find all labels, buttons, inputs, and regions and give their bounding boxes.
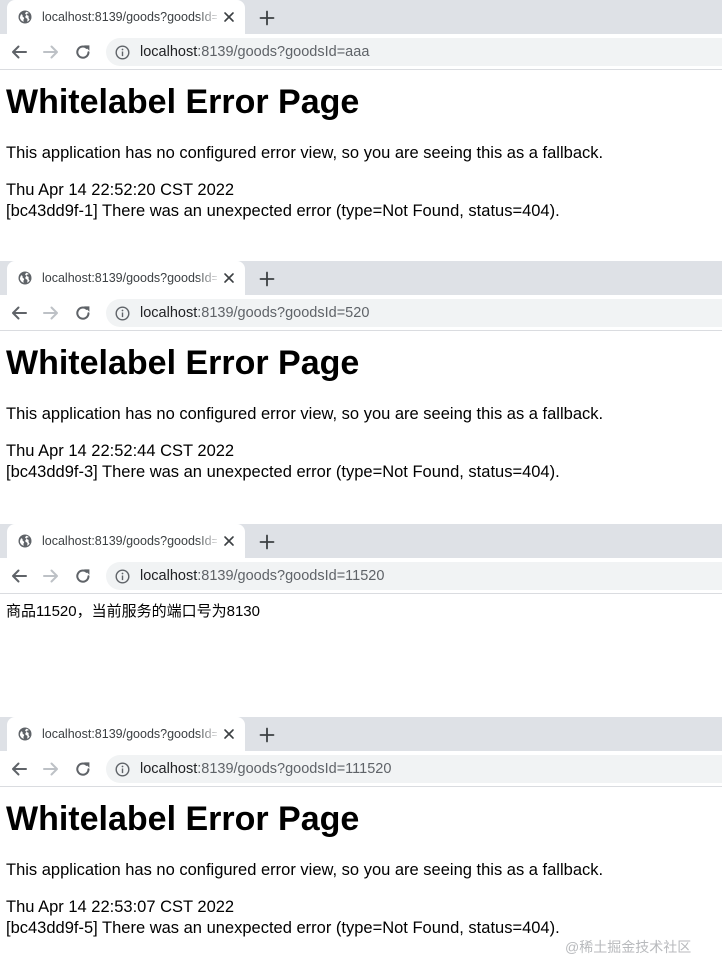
close-icon[interactable] — [222, 727, 236, 741]
browser-tab[interactable]: localhost:8139/goods?goodsId=520 — [7, 261, 245, 295]
globe-icon — [18, 727, 32, 741]
error-detail: [bc43dd9f-3] There was an unexpected err… — [6, 463, 560, 481]
url-host: localhost — [140, 305, 198, 321]
info-icon[interactable] — [115, 306, 130, 321]
close-icon[interactable] — [222, 271, 236, 285]
globe-icon — [18, 10, 32, 24]
browser-toolbar: localhost:8139/goods?goodsId=520 — [0, 295, 722, 331]
error-heading: Whitelabel Error Page — [6, 83, 360, 121]
plus-icon[interactable] — [256, 7, 278, 29]
close-icon[interactable] — [222, 10, 236, 24]
tab-strip: localhost:8139/goods?goodsId=aaa — [0, 0, 722, 34]
plus-icon[interactable] — [256, 268, 278, 290]
error-detail: [bc43dd9f-1] There was an unexpected err… — [6, 202, 560, 220]
error-message: This application has no configured error… — [6, 405, 604, 423]
browser-tab[interactable]: localhost:8139/goods?goodsId=111520 — [7, 717, 245, 751]
tab-title: localhost:8139/goods?goodsId=111520 — [42, 727, 217, 741]
url-text: localhost:8139/goods?goodsId=11520 — [140, 567, 384, 585]
address-bar[interactable]: localhost:8139/goods?goodsId=11520 — [106, 562, 722, 590]
url-path: :8139/goods?goodsId=11520 — [197, 568, 385, 584]
arrow-left-icon[interactable] — [9, 759, 29, 779]
reload-icon[interactable] — [73, 759, 93, 779]
tab-strip: localhost:8139/goods?goodsId=520 — [0, 261, 722, 295]
address-bar[interactable]: localhost:8139/goods?goodsId=520 — [106, 299, 722, 327]
info-icon[interactable] — [115, 762, 130, 777]
arrow-left-icon[interactable] — [9, 566, 29, 586]
url-path: :8139/goods?goodsId=520 — [197, 305, 370, 321]
tab-title: localhost:8139/goods?goodsId=aaa — [42, 10, 217, 24]
error-detail: [bc43dd9f-5] There was an unexpected err… — [6, 919, 560, 937]
url-path: :8139/goods?goodsId=111520 — [197, 761, 392, 777]
info-icon[interactable] — [115, 569, 130, 584]
url-text: localhost:8139/goods?goodsId=aaa — [140, 43, 369, 61]
url-host: localhost — [140, 568, 198, 584]
browser-toolbar: localhost:8139/goods?goodsId=11520 — [0, 558, 722, 594]
url-host: localhost — [140, 44, 198, 60]
tab-title: localhost:8139/goods?goodsId=520 — [42, 271, 217, 285]
plus-icon[interactable] — [256, 724, 278, 746]
tab-title-fade — [197, 725, 221, 743]
address-bar[interactable]: localhost:8139/goods?goodsId=111520 — [106, 755, 722, 783]
address-bar[interactable]: localhost:8139/goods?goodsId=aaa — [106, 38, 722, 66]
plus-icon[interactable] — [256, 531, 278, 553]
tab-title: localhost:8139/goods?goodsId=11520 — [42, 534, 217, 548]
error-timestamp: Thu Apr 14 22:52:20 CST 2022 — [6, 181, 235, 199]
arrow-right-icon — [43, 569, 58, 583]
error-message: This application has no configured error… — [6, 144, 604, 162]
arrow-right-icon — [43, 762, 58, 776]
globe-icon — [18, 271, 32, 285]
url-text: localhost:8139/goods?goodsId=520 — [140, 304, 369, 322]
arrow-left-icon[interactable] — [9, 42, 29, 62]
watermark: @稀土掘金技术社区 — [565, 939, 692, 955]
globe-icon — [18, 534, 32, 548]
reload-icon[interactable] — [73, 42, 93, 62]
tab-title-fade — [197, 532, 221, 550]
arrow-left-icon[interactable] — [9, 303, 29, 323]
url-text: localhost:8139/goods?goodsId=111520 — [140, 760, 391, 778]
browser-toolbar: localhost:8139/goods?goodsId=aaa — [0, 34, 722, 70]
tab-strip: localhost:8139/goods?goodsId=11520 — [0, 524, 722, 558]
tab-strip: localhost:8139/goods?goodsId=111520 — [0, 717, 722, 751]
tab-title-fade — [197, 269, 221, 287]
error-heading: Whitelabel Error Page — [6, 344, 360, 382]
error-heading: Whitelabel Error Page — [6, 800, 360, 838]
error-timestamp: Thu Apr 14 22:52:44 CST 2022 — [6, 442, 235, 460]
info-icon[interactable] — [115, 45, 130, 60]
reload-icon[interactable] — [73, 566, 93, 586]
browser-toolbar: localhost:8139/goods?goodsId=111520 — [0, 751, 722, 787]
response-text: 商品11520，当前服务的端口号为8130 — [6, 603, 260, 620]
error-timestamp: Thu Apr 14 22:53:07 CST 2022 — [6, 898, 235, 916]
arrow-right-icon — [43, 45, 58, 59]
url-host: localhost — [140, 761, 198, 777]
tab-title-fade — [197, 8, 221, 26]
error-message: This application has no configured error… — [6, 861, 604, 879]
close-icon[interactable] — [222, 534, 236, 548]
browser-tab[interactable]: localhost:8139/goods?goodsId=aaa — [7, 0, 245, 34]
browser-tab[interactable]: localhost:8139/goods?goodsId=11520 — [7, 524, 245, 558]
url-path: :8139/goods?goodsId=aaa — [197, 44, 370, 60]
reload-icon[interactable] — [73, 303, 93, 323]
arrow-right-icon — [43, 306, 58, 320]
